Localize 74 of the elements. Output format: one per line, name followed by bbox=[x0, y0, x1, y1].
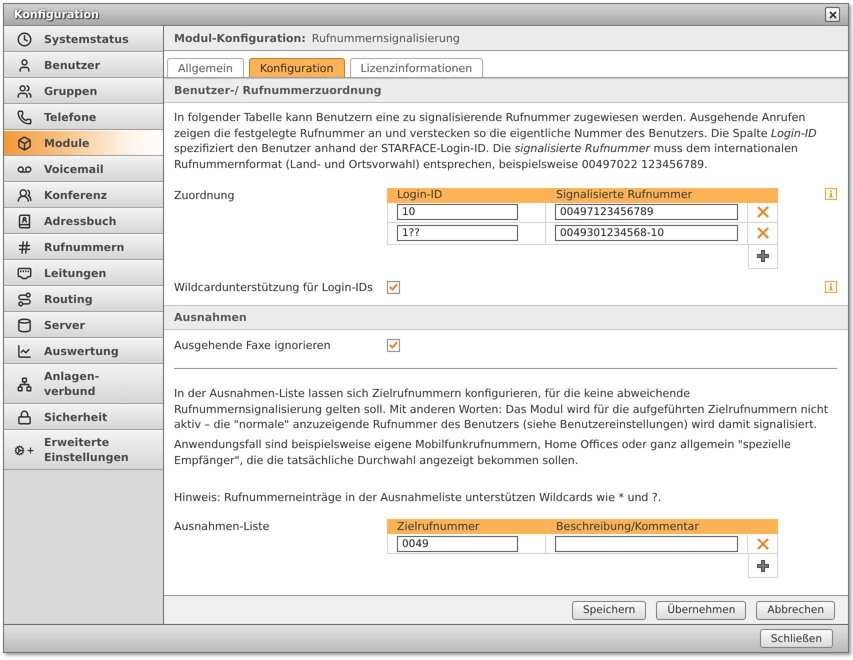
cross-icon[interactable] bbox=[756, 538, 768, 550]
checkbox[interactable] bbox=[387, 338, 400, 352]
settings-plus-icon bbox=[14, 444, 34, 456]
section-header: Ausnahmen bbox=[164, 304, 848, 330]
plus-icon[interactable] bbox=[757, 250, 769, 262]
port-icon bbox=[16, 266, 32, 280]
cross-icon[interactable] bbox=[756, 227, 768, 240]
sidebar-item[interactable]: Anlagen-verbund bbox=[4, 364, 163, 404]
note-text: Hinweis: Rufnummerneinträge in der Ausnahmeliste unterstützen Wildcards wie * und ?. bbox=[173, 490, 662, 506]
tab[interactable]: Lizenzinformationen bbox=[350, 58, 484, 77]
sidebar-item[interactable]: Erweiterte Einstellungen bbox=[4, 430, 163, 470]
paragraph: In der Ausnahmen-Liste lassen sich Zielrufnummern konfigurieren, für die keine abweichende Rufnummernsignalisierung gelten soll. Mit anderen Worten: Das Modul wird für die aufgeführten Zielrufnummern nicht aktiv – die "normale" anzuzeigende Rufnummer des Benutzers (siehe Benutzereinstellungen) wird damit signalisiert. bbox=[173, 386, 830, 433]
phone-icon bbox=[16, 110, 32, 124]
column-header: Signalisierte Rufnummer bbox=[556, 188, 692, 202]
field-label: Ausnahmen-Liste bbox=[174, 519, 270, 534]
network-icon bbox=[16, 376, 32, 392]
info-icon[interactable] bbox=[825, 188, 837, 200]
checkmark-icon bbox=[389, 283, 398, 292]
close-dialog-button[interactable]: Schließen bbox=[760, 629, 833, 648]
section-header: Benutzer-/ Rufnummerzuordnung bbox=[164, 78, 848, 103]
hash-icon bbox=[16, 240, 32, 254]
sidebar-item[interactable]: Gruppen bbox=[4, 78, 163, 104]
plus-icon[interactable] bbox=[757, 560, 769, 572]
route-icon bbox=[16, 292, 32, 306]
cylinder-icon bbox=[16, 318, 32, 332]
paragraph: Anwendungsfall sind beispielsweise eigene Mobilfunkrufnummern, Home Offices oder ganz allgemein "spezielle Empfänger", die die tatsächliche Durchwahl angezeigt bekommen sollen. bbox=[173, 436, 792, 468]
clock-icon bbox=[16, 32, 32, 46]
text-field[interactable]: 0049301234568-10 bbox=[555, 225, 738, 242]
sidebar-item[interactable]: Adressbuch bbox=[4, 208, 163, 234]
text-field[interactable]: 0049 bbox=[397, 536, 518, 552]
close-button[interactable] bbox=[825, 7, 840, 22]
sidebar-item[interactable]: Benutzer bbox=[4, 52, 163, 78]
sidebar-item[interactable]: Voicemail bbox=[4, 156, 163, 182]
footer-button[interactable]: Übernehmen bbox=[656, 600, 746, 620]
footer-button[interactable]: Abbrechen bbox=[756, 600, 835, 620]
cross-icon[interactable] bbox=[756, 206, 768, 218]
footer-button[interactable]: Speichern bbox=[572, 600, 646, 620]
text-field[interactable] bbox=[555, 536, 738, 552]
sidebar-item[interactable]: Systemstatus bbox=[4, 26, 163, 52]
field-label: Zuordnung bbox=[174, 188, 236, 203]
close-icon bbox=[828, 10, 836, 18]
checkmark-icon bbox=[389, 341, 398, 350]
checkbox[interactable] bbox=[387, 280, 400, 294]
column-header: Beschreibung/Kommentar bbox=[556, 520, 699, 534]
box-icon bbox=[16, 136, 32, 150]
module-name: Rufnummernsignalisierung bbox=[312, 32, 460, 44]
window-title: Konfiguration bbox=[14, 8, 99, 21]
person-icon bbox=[16, 58, 32, 72]
tab[interactable]: Konfiguration bbox=[248, 58, 344, 77]
column-header: Zielrufnummer bbox=[397, 520, 480, 534]
field-label: Wildcardunterstützung für Login-IDs bbox=[174, 280, 374, 295]
sidebar-item[interactable]: Telefone bbox=[4, 104, 163, 130]
tab[interactable]: Allgemein bbox=[167, 58, 244, 77]
line-chart-icon bbox=[16, 344, 32, 358]
column-header: Login-ID bbox=[397, 188, 442, 202]
address-book-icon bbox=[16, 214, 32, 228]
sidebar-item[interactable]: Sicherheit bbox=[4, 404, 163, 430]
info-icon[interactable] bbox=[825, 281, 837, 294]
module-header-label: Modul-Konfiguration: bbox=[174, 32, 306, 44]
field-label: Ausgehende Faxe ignorieren bbox=[174, 338, 332, 353]
sidebar-item[interactable]: Server bbox=[4, 312, 163, 338]
people-icon bbox=[16, 84, 32, 98]
sidebar-item[interactable]: Leitungen bbox=[4, 260, 163, 286]
sidebar-item[interactable]: Rufnummern bbox=[4, 234, 163, 260]
text-field[interactable]: 1?? bbox=[397, 225, 518, 242]
sidebar-item[interactable]: Module bbox=[4, 130, 163, 156]
lock-icon bbox=[16, 410, 32, 424]
sidebar-item[interactable]: Routing bbox=[4, 286, 163, 312]
description-text: In folgender Tabelle kann Benutzern eine zu signalisierende Rufnummer zugewiesen werden. Ausgehende Anrufen zeigen die festgelegte Rufnummer an und verstecken so die eigentliche Nummer des Benutzers. Die Spalte Login-ID spezifiziert den Benutzer anhand der STARFACE-Login-ID. Die signalisierte Rufnummer muss dem internationalen Rufnummernformat (Land- und Ortsvorwahl) entsprechen, beispielsweise 00497022 123456789. bbox=[173, 110, 818, 173]
people-icon bbox=[16, 188, 32, 202]
text-field[interactable]: 00497123456789 bbox=[555, 204, 738, 220]
sidebar-item[interactable]: Auswertung bbox=[4, 338, 163, 364]
sidebar-item[interactable]: Konferenz bbox=[4, 182, 163, 208]
text-field[interactable]: 10 bbox=[397, 204, 518, 220]
